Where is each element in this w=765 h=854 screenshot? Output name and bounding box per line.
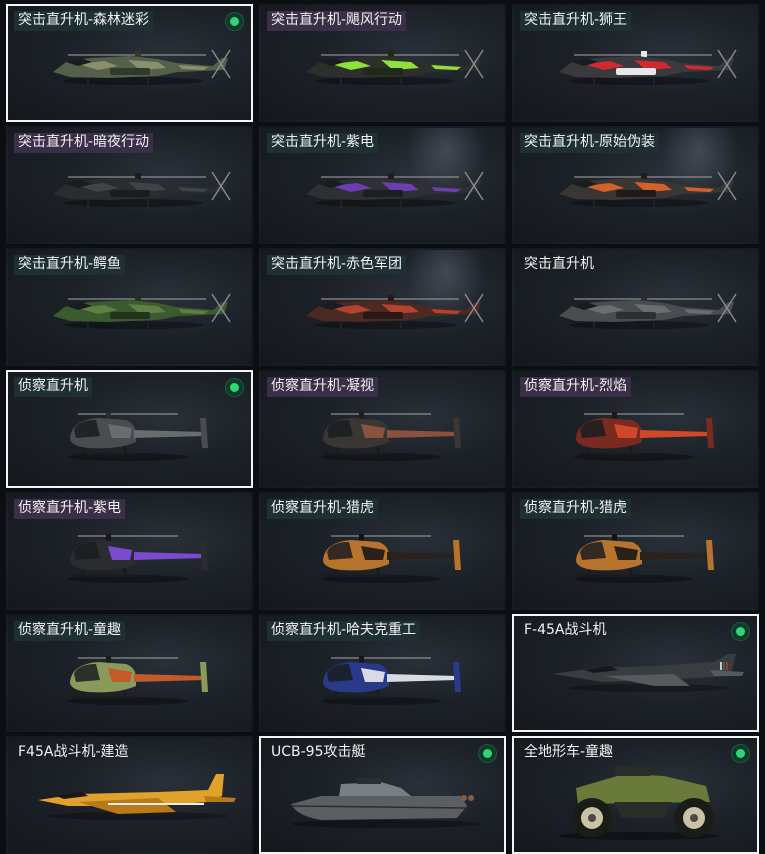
vehicle-name: 突击直升机-赤色军团 — [267, 255, 407, 275]
vehicle-card[interactable]: 突击直升机-鳄鱼 — [6, 248, 253, 366]
vehicle-name: 全地形车-童趣 — [524, 744, 614, 760]
vehicle-name: 侦察直升机-猎虎 — [520, 499, 632, 519]
vehicle-name: 侦察直升机-童趣 — [14, 621, 126, 641]
vehicle-name: UCB-95攻击艇 — [271, 744, 366, 760]
vehicle-name: 突击直升机-原始伪装 — [520, 133, 660, 153]
vehicle-name: 侦察直升机 — [14, 377, 92, 397]
vehicle-card[interactable]: 突击直升机-赤色军团 — [259, 248, 506, 366]
vehicle-name: 侦察直升机-猎虎 — [267, 499, 379, 519]
vehicle-card[interactable]: 侦察直升机 — [6, 370, 253, 488]
equipped-indicator-icon — [226, 13, 243, 30]
vehicle-card[interactable]: UCB-95攻击艇 — [259, 736, 506, 854]
vehicle-name: 突击直升机 — [524, 256, 594, 272]
vehicle-card[interactable]: 侦察直升机-猎虎 — [259, 492, 506, 610]
vehicle-name: 突击直升机-飓风行动 — [267, 11, 407, 31]
vehicle-card[interactable]: 突击直升机-原始伪装 — [512, 126, 759, 244]
vehicle-card[interactable]: F-45A战斗机 — [512, 614, 759, 732]
vehicle-card[interactable]: 侦察直升机-凝视 — [259, 370, 506, 488]
vehicle-card[interactable]: 侦察直升机-紫电 — [6, 492, 253, 610]
vehicle-name: 侦察直升机-紫电 — [14, 499, 126, 519]
equipped-indicator-icon — [732, 623, 749, 640]
vehicle-card[interactable]: 侦察直升机-烈焰 — [512, 370, 759, 488]
vehicle-name: 突击直升机-紫电 — [267, 133, 379, 153]
vehicle-name: F-45A战斗机 — [524, 622, 607, 638]
vehicle-name: 侦察直升机-烈焰 — [520, 377, 632, 397]
vehicle-name: 突击直升机-狮王 — [520, 11, 632, 31]
equipped-indicator-icon — [732, 745, 749, 762]
vehicle-name: 突击直升机-暗夜行动 — [14, 133, 154, 153]
vehicle-name: 突击直升机-森林迷彩 — [14, 11, 154, 31]
vehicle-card[interactable]: 突击直升机 — [512, 248, 759, 366]
vehicle-name: 侦察直升机-哈夫克重工 — [267, 621, 421, 641]
vehicle-card[interactable]: 侦察直升机-猎虎 — [512, 492, 759, 610]
vehicle-name: F45A战斗机-建造 — [18, 744, 129, 760]
vehicle-card[interactable]: 突击直升机-暗夜行动 — [6, 126, 253, 244]
vehicle-card[interactable]: F45A战斗机-建造 — [6, 736, 253, 854]
equipped-indicator-icon — [226, 379, 243, 396]
vehicle-card[interactable]: 侦察直升机-哈夫克重工 — [259, 614, 506, 732]
vehicle-card[interactable]: 突击直升机-狮王 — [512, 4, 759, 122]
vehicle-skin-grid: 突击直升机-森林迷彩 突击直升机-飓风行动 突击直升机-狮王 突击直升机-暗夜行… — [0, 0, 765, 854]
vehicle-card[interactable]: 突击直升机-森林迷彩 — [6, 4, 253, 122]
vehicle-card[interactable]: 全地形车-童趣 — [512, 736, 759, 854]
vehicle-card[interactable]: 突击直升机-飓风行动 — [259, 4, 506, 122]
vehicle-card[interactable]: 侦察直升机-童趣 — [6, 614, 253, 732]
equipped-indicator-icon — [479, 745, 496, 762]
vehicle-card[interactable]: 突击直升机-紫电 — [259, 126, 506, 244]
vehicle-name: 突击直升机-鳄鱼 — [14, 255, 126, 275]
vehicle-name: 侦察直升机-凝视 — [267, 377, 379, 397]
